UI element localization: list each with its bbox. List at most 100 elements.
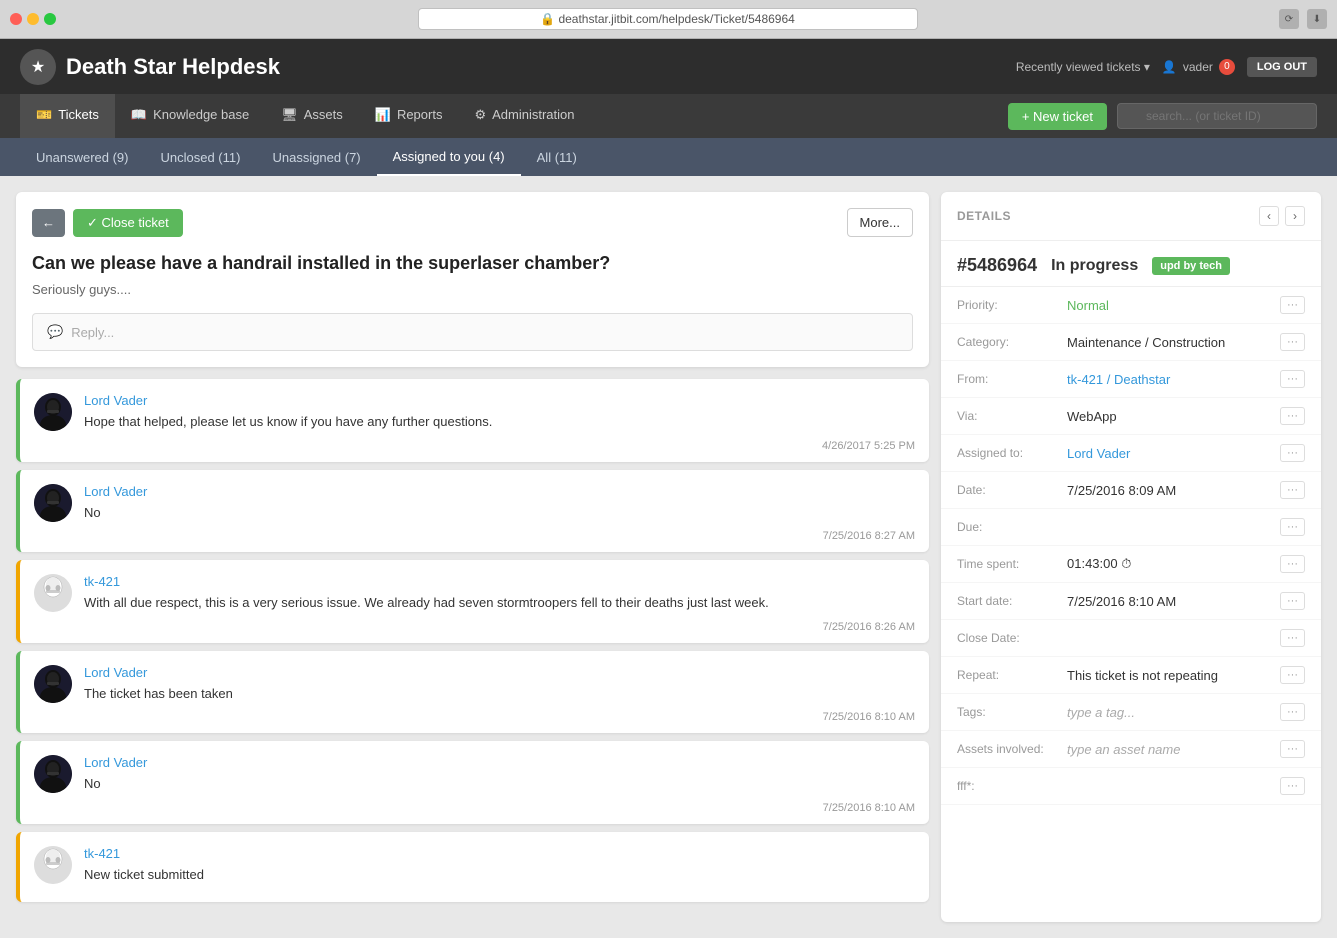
comment-time: 7/25/2016 8:10 AM [84, 802, 915, 814]
comment-time: 4/26/2017 5:25 PM [84, 440, 915, 452]
detail-dots-category[interactable]: ··· [1280, 333, 1305, 351]
detail-dots-from[interactable]: ··· [1280, 370, 1305, 388]
nav-item-reports[interactable]: 📊 Reports [359, 94, 459, 138]
nav-right: + New ticket 🔍 [1008, 103, 1317, 130]
detail-dots-via[interactable]: ··· [1280, 407, 1305, 425]
detail-label-date: Date: [957, 483, 1067, 497]
detail-row-date: Date: 7/25/2016 8:09 AM ··· [941, 472, 1321, 509]
maximize-window-button[interactable] [44, 13, 56, 25]
new-ticket-button[interactable]: + New ticket [1008, 103, 1107, 130]
nav-item-tickets[interactable]: 🎫 Tickets [20, 94, 115, 138]
logout-button[interactable]: LOG OUT [1247, 57, 1317, 77]
detail-dots-assigned-to[interactable]: ··· [1280, 444, 1305, 462]
ticket-id: #5486964 [957, 255, 1037, 276]
comment-author[interactable]: Lord Vader [84, 755, 915, 770]
comment-time: 7/25/2016 8:10 AM [84, 711, 915, 723]
recently-viewed-link[interactable]: Recently viewed tickets ▾ [1016, 60, 1150, 74]
details-title: DETAILS [957, 209, 1011, 223]
ticket-title: Can we please have a handrail installed … [32, 253, 913, 274]
sub-nav-unanswered[interactable]: Unanswered (9) [20, 138, 145, 176]
nav-item-administration[interactable]: ⚙ Administration [458, 94, 590, 138]
detail-dots-start-date[interactable]: ··· [1280, 592, 1305, 610]
comment-text: Hope that helped, please let us know if … [84, 412, 915, 432]
address-bar[interactable]: 🔒 deathstar.jitbit.com/helpdesk/Ticket/5… [418, 8, 918, 30]
avatar [34, 574, 72, 612]
search-input[interactable] [1117, 103, 1317, 129]
comment-author[interactable]: tk-421 [84, 574, 915, 589]
more-button[interactable]: More... [847, 208, 913, 237]
detail-label-assets: Assets involved: [957, 742, 1067, 756]
header-right: Recently viewed tickets ▾ 👤 vader 0 LOG … [1016, 57, 1317, 77]
detail-dots-priority[interactable]: ··· [1280, 296, 1305, 314]
detail-dots-repeat[interactable]: ··· [1280, 666, 1305, 684]
detail-value-repeat: This ticket is not repeating [1067, 668, 1272, 683]
detail-value-from[interactable]: tk-421 / Deathstar [1067, 372, 1272, 387]
detail-dots-tags[interactable]: ··· [1280, 703, 1305, 721]
detail-dots-date[interactable]: ··· [1280, 481, 1305, 499]
brand: ★ Death Star Helpdesk [20, 49, 280, 85]
details-prev-button[interactable]: ‹ [1259, 206, 1279, 226]
ticket-id-row: #5486964 In progress upd by tech [941, 241, 1321, 287]
detail-label-assigned-to: Assigned to: [957, 446, 1067, 460]
comment-item: tk-421 With all due respect, this is a v… [16, 560, 929, 643]
avatar [34, 846, 72, 884]
comment-body: Lord Vader No 7/25/2016 8:10 AM [84, 755, 915, 814]
detail-label-start-date: Start date: [957, 594, 1067, 608]
comment-text: With all due respect, this is a very ser… [84, 593, 915, 613]
detail-label-via: Via: [957, 409, 1067, 423]
app: ★ Death Star Helpdesk Recently viewed ti… [0, 39, 1337, 938]
comment-author[interactable]: Lord Vader [84, 393, 915, 408]
minimize-window-button[interactable] [27, 13, 39, 25]
nav-item-knowledge-base[interactable]: 📖 Knowledge base [115, 94, 265, 138]
btn-group-left: ← ✓ Close ticket [32, 209, 183, 237]
detail-value-via: WebApp [1067, 409, 1272, 424]
nav-label-reports: Reports [397, 107, 443, 122]
detail-dots-due[interactable]: ··· [1280, 518, 1305, 536]
back-button[interactable]: ← [32, 209, 65, 237]
detail-value-assets[interactable]: type an asset name [1067, 742, 1272, 757]
detail-value-tags[interactable]: type a tag... [1067, 705, 1272, 720]
download-button[interactable]: ⬇ [1307, 9, 1327, 29]
sub-nav-unclosed[interactable]: Unclosed (11) [145, 138, 257, 176]
nav-items: 🎫 Tickets 📖 Knowledge base 🖥 Assets 📊 Re… [20, 94, 591, 138]
reload-button[interactable]: ⟳ [1279, 9, 1299, 29]
detail-row-assigned-to: Assigned to: Lord Vader ··· [941, 435, 1321, 472]
close-ticket-button[interactable]: ✓ Close ticket [73, 209, 183, 237]
browser-chrome: 🔒 deathstar.jitbit.com/helpdesk/Ticket/5… [0, 0, 1337, 39]
tickets-icon: 🎫 [36, 107, 52, 123]
comment-item: Lord Vader No 7/25/2016 8:10 AM [16, 741, 929, 824]
details-panel: DETAILS ‹ › #5486964 In progress upd by … [941, 192, 1321, 922]
nav-label-tickets: Tickets [58, 107, 99, 122]
assets-icon: 🖥 [281, 107, 298, 123]
detail-label-category: Category: [957, 335, 1067, 349]
detail-value-start-date: 7/25/2016 8:10 AM [1067, 594, 1272, 609]
detail-dots-fff[interactable]: ··· [1280, 777, 1305, 795]
sub-nav-all[interactable]: All (11) [521, 138, 593, 176]
detail-label-from: From: [957, 372, 1067, 386]
detail-dots-close-date[interactable]: ··· [1280, 629, 1305, 647]
detail-value-priority: Normal [1067, 298, 1272, 313]
sub-nav: Unanswered (9) Unclosed (11) Unassigned … [0, 138, 1337, 176]
details-next-button[interactable]: › [1285, 206, 1305, 226]
top-header: ★ Death Star Helpdesk Recently viewed ti… [0, 39, 1337, 94]
comment-author[interactable]: Lord Vader [84, 665, 915, 680]
sub-nav-assigned-to-you[interactable]: Assigned to you (4) [377, 138, 521, 176]
details-header: DETAILS ‹ › [941, 192, 1321, 241]
ticket-area: ← ✓ Close ticket More... Can we please h… [16, 192, 929, 922]
detail-dots-time-spent[interactable]: ··· [1280, 555, 1305, 573]
comment-author[interactable]: Lord Vader [84, 484, 915, 499]
comment-author[interactable]: tk-421 [84, 846, 915, 861]
nav-item-assets[interactable]: 🖥 Assets [265, 94, 359, 138]
detail-label-priority: Priority: [957, 298, 1067, 312]
avatar [34, 393, 72, 431]
comment-item: Lord Vader No 7/25/2016 8:27 AM [16, 470, 929, 553]
notification-badge: 0 [1219, 59, 1235, 75]
detail-value-assigned-to[interactable]: Lord Vader [1067, 446, 1272, 461]
detail-row-assets: Assets involved: type an asset name ··· [941, 731, 1321, 768]
sub-nav-unassigned[interactable]: Unassigned (7) [256, 138, 376, 176]
detail-value-time-spent: 01:43:00 ⏱ [1067, 556, 1272, 572]
reply-box[interactable]: 💬 Reply... [32, 313, 913, 351]
detail-dots-assets[interactable]: ··· [1280, 740, 1305, 758]
reports-icon: 📊 [375, 107, 391, 123]
close-window-button[interactable] [10, 13, 22, 25]
